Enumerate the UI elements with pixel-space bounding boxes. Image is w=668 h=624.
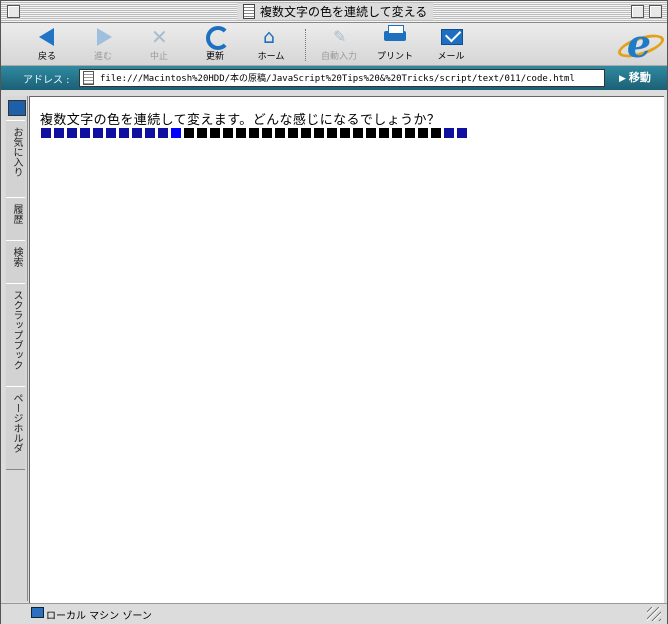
sidebar-tab-favorites[interactable]: お気に入り <box>6 120 25 198</box>
close-box[interactable] <box>7 5 20 18</box>
color-square <box>236 128 246 138</box>
explorer-bar: お気に入り 履歴 検索 スクラップブック ページホルダ <box>5 96 28 601</box>
autofill-icon: ✎ <box>333 27 347 46</box>
back-arrow-icon <box>39 28 54 46</box>
color-square <box>366 128 376 138</box>
autofill-button[interactable]: ✎ 自動入力 <box>311 25 367 63</box>
sidebar-tab-scrapbook[interactable]: スクラップブック <box>6 283 25 387</box>
color-square <box>288 128 298 138</box>
color-square <box>197 128 207 138</box>
color-square <box>353 128 363 138</box>
color-square <box>67 128 77 138</box>
stop-label: 中止 <box>149 52 168 62</box>
collapse-box[interactable] <box>649 5 662 18</box>
title-bar[interactable]: 複数文字の色を連続して変える <box>1 1 667 23</box>
home-label: ホーム <box>257 52 285 62</box>
color-square <box>431 128 441 138</box>
address-url[interactable]: file:///Macintosh%20HDD/本の原稿/JavaScript%… <box>100 71 575 84</box>
sidebar-tab-page-holder[interactable]: ページホルダ <box>6 386 25 470</box>
page-text: 複数文字の色を連続して変えます。どんな感じになるでしょうか？ <box>40 113 441 128</box>
color-square <box>275 128 285 138</box>
autofill-label: 自動入力 <box>320 52 357 62</box>
color-square <box>93 128 103 138</box>
go-arrow-icon: ▶ <box>619 74 626 84</box>
print-label: プリント <box>376 52 413 62</box>
printer-icon <box>384 25 406 41</box>
forward-button[interactable]: 進む <box>75 25 131 63</box>
color-square <box>327 128 337 138</box>
color-square <box>184 128 194 138</box>
sidebar-tab-search[interactable]: 検索 <box>6 240 25 284</box>
toolbar-separator <box>305 29 306 61</box>
address-field[interactable]: file:///Macintosh%20HDD/本の原稿/JavaScript%… <box>79 69 605 87</box>
refresh-icon <box>206 26 230 50</box>
color-square <box>392 128 402 138</box>
browser-window: 複数文字の色を連続して変える 戻る 進む ✕ 中止 更新 ⌂ ホーム ✎ 自動入… <box>0 0 668 624</box>
resize-grip[interactable] <box>647 607 661 621</box>
color-square <box>444 128 454 138</box>
stop-icon: ✕ <box>151 25 168 49</box>
security-zone-label: ローカル マシン ゾーン <box>46 611 152 622</box>
color-square <box>301 128 311 138</box>
toolbar: 戻る 進む ✕ 中止 更新 ⌂ ホーム ✎ 自動入力 プリント メール e <box>1 23 667 66</box>
color-square <box>457 128 467 138</box>
computer-zone-icon <box>31 607 44 618</box>
color-square <box>340 128 350 138</box>
refresh-button[interactable]: 更新 <box>187 25 243 63</box>
forward-arrow-icon <box>97 28 112 46</box>
home-icon: ⌂ <box>263 26 276 48</box>
zoom-box[interactable] <box>631 5 644 18</box>
color-square <box>41 128 51 138</box>
sidebar-tab-history[interactable]: 履歴 <box>6 197 25 241</box>
mail-icon <box>441 29 463 45</box>
color-square <box>379 128 389 138</box>
mail-label: メール <box>437 52 465 62</box>
window-title: 複数文字の色を連続して変える <box>260 5 428 19</box>
status-bar: ローカル マシン ゾーン <box>1 603 667 624</box>
forward-label: 進む <box>93 52 112 62</box>
back-button[interactable]: 戻る <box>19 25 75 63</box>
page-content: 複数文字の色を連続して変えます。どんな感じになるでしょうか？ <box>29 96 664 603</box>
color-square <box>418 128 428 138</box>
color-square <box>223 128 233 138</box>
color-square <box>80 128 90 138</box>
sidebar-tab-label: お気に入り <box>11 127 22 177</box>
sidebar-tab-label: ページホルダ <box>11 393 22 453</box>
color-square <box>210 128 220 138</box>
mail-button[interactable]: メール <box>423 25 479 63</box>
color-squares <box>41 128 467 138</box>
document-icon <box>243 4 255 19</box>
sidebar-tab-label: スクラップブック <box>11 290 22 370</box>
color-square <box>54 128 64 138</box>
print-button[interactable]: プリント <box>367 25 423 63</box>
address-label: アドレス : <box>23 75 70 86</box>
ie-logo-icon[interactable]: e <box>621 25 657 63</box>
color-square <box>171 128 181 138</box>
window-title-area: 複数文字の色を連続して変える <box>237 3 434 20</box>
color-square <box>158 128 168 138</box>
explorer-toggle-icon[interactable] <box>8 100 26 116</box>
color-square <box>314 128 324 138</box>
color-square <box>249 128 259 138</box>
back-label: 戻る <box>37 52 56 62</box>
go-label: 移動 <box>628 71 651 84</box>
color-square <box>262 128 272 138</box>
color-square <box>132 128 142 138</box>
color-square <box>119 128 129 138</box>
stop-button[interactable]: ✕ 中止 <box>131 25 187 63</box>
home-button[interactable]: ⌂ ホーム <box>243 25 299 63</box>
address-bar: アドレス : file:///Macintosh%20HDD/本の原稿/Java… <box>1 66 667 90</box>
sidebar-tab-label: 履歴 <box>11 204 22 224</box>
go-button[interactable]: ▶ 移動 <box>619 69 651 85</box>
color-square <box>405 128 415 138</box>
color-square <box>106 128 116 138</box>
page-icon <box>83 71 94 85</box>
sidebar-tab-label: 検索 <box>11 247 22 267</box>
refresh-label: 更新 <box>205 52 224 62</box>
color-square <box>145 128 155 138</box>
